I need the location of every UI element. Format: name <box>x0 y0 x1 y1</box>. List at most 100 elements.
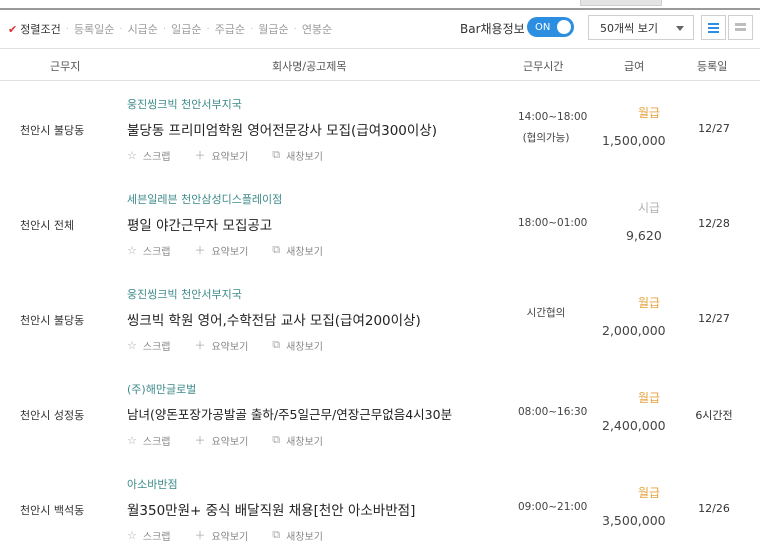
job-company[interactable]: 세븐일레븐 천안삼성디스플레이점 <box>127 191 282 207</box>
job-actions: ☆ 스크랩 ＋ 요약보기 ⧉ 새창보기 <box>127 527 347 543</box>
registered-date: 12/27 <box>698 122 730 135</box>
pay-amount: 2,000,000 <box>602 323 666 338</box>
sort-separator: · <box>293 23 297 35</box>
page-size-select[interactable]: 50개씩 보기 <box>588 15 694 40</box>
sort-separator: · <box>162 23 167 35</box>
sort-option-weekly[interactable]: 주급순 <box>215 21 245 37</box>
summary-button[interactable]: ＋ 요약보기 <box>194 432 248 448</box>
job-title[interactable]: 평일 야간근무자 모집공고 <box>127 214 272 234</box>
pay-amount: 2,400,000 <box>602 418 666 433</box>
sort-option-annual[interactable]: 연봉순 <box>302 21 332 37</box>
summary-button[interactable]: ＋ 요약보기 <box>194 527 248 543</box>
page-size-value: 50개씩 보기 <box>600 21 658 35</box>
summary-button[interactable]: ＋ 요약보기 <box>194 242 248 258</box>
summary-label: 요약보기 <box>211 436 249 448</box>
job-company[interactable]: 웅진씽크빅 천안서부지국 <box>127 286 242 302</box>
external-link-icon: ⧉ <box>272 148 281 161</box>
scrap-button[interactable]: ☆ 스크랩 <box>127 432 170 448</box>
new-window-button[interactable]: ⧉ 새창보기 <box>272 242 323 258</box>
scrap-label: 스크랩 <box>142 151 171 163</box>
job-company[interactable]: (주)해만글로벌 <box>127 381 196 397</box>
scrap-label: 스크랩 <box>142 436 171 448</box>
scrap-button[interactable]: ☆ 스크랩 <box>127 527 170 543</box>
external-link-icon: ⧉ <box>272 338 281 351</box>
scrap-button[interactable]: ☆ 스크랩 <box>127 147 170 163</box>
new-window-button[interactable]: ⧉ 새창보기 <box>272 432 323 448</box>
new-window-button[interactable]: ⧉ 새창보기 <box>272 527 323 543</box>
sort-option-date[interactable]: 등록일순 <box>74 21 114 37</box>
plus-icon: ＋ <box>194 434 206 447</box>
job-title[interactable]: 불당동 프리미엄학원 영어전문강사 모집(급여300이상) <box>127 119 437 139</box>
plus-icon: ＋ <box>194 339 206 352</box>
external-link-icon: ⧉ <box>272 528 281 541</box>
toolbar: ✔ 정렬조건 · 등록일순 · 시급순 · 일급순 · 주급순 · 월급순 · … <box>0 10 760 48</box>
summary-button[interactable]: ＋ 요약보기 <box>194 337 248 353</box>
pay-amount: 3,500,000 <box>602 513 666 528</box>
sort-option-criteria[interactable]: 정렬조건 <box>20 21 60 37</box>
plus-icon: ＋ <box>194 529 206 542</box>
star-icon: ☆ <box>127 433 137 447</box>
header-registered: 등록일 <box>697 60 728 73</box>
top-scroll-stub <box>580 0 662 6</box>
scrap-label: 스크랩 <box>142 531 171 543</box>
summary-label: 요약보기 <box>211 246 249 258</box>
pay-type-badge: 시급 <box>638 201 661 215</box>
job-row: 천안시 전체 세븐일레븐 천안삼성디스플레이점 평일 야간근무자 모집공고 ☆ 스… <box>0 177 760 272</box>
header-company-title: 회사명/공고제목 <box>272 60 347 73</box>
job-actions: ☆ 스크랩 ＋ 요약보기 ⧉ 새창보기 <box>127 242 347 258</box>
job-actions: ☆ 스크랩 ＋ 요약보기 ⧉ 새창보기 <box>127 337 347 353</box>
job-actions: ☆ 스크랩 ＋ 요약보기 ⧉ 새창보기 <box>127 147 347 163</box>
bar-jobs-label: Bar채용정보 <box>460 22 525 36</box>
new-window-button[interactable]: ⧉ 새창보기 <box>272 337 323 353</box>
job-row: 천안시 백석동 아소바반점 월350만원+ 중식 배달직원 채용[천안 아소바반… <box>0 462 760 555</box>
check-icon: ✔ <box>8 22 18 36</box>
external-link-icon: ⧉ <box>272 433 281 446</box>
job-company[interactable]: 아소바반점 <box>127 476 178 492</box>
job-title[interactable]: 남녀(양돈포장가공발골 출하/주5일근무/연장근무없음4시30분 <box>127 404 452 423</box>
summary-label: 요약보기 <box>211 151 249 163</box>
job-hours: 14:00~18:00 <box>518 111 588 123</box>
job-actions: ☆ 스크랩 ＋ 요약보기 ⧉ 새창보기 <box>127 432 347 448</box>
list-view-button[interactable] <box>701 15 726 40</box>
external-link-icon: ⧉ <box>272 243 281 256</box>
toggle-knob <box>557 20 571 34</box>
chevron-down-icon <box>676 26 684 31</box>
job-location: 천안시 불당동 <box>20 124 85 137</box>
new-window-label: 새창보기 <box>286 151 323 163</box>
star-icon: ☆ <box>127 243 137 257</box>
grid-view-button[interactable] <box>728 15 753 40</box>
sort-option-daily[interactable]: 일급순 <box>171 21 201 37</box>
scrap-label: 스크랩 <box>142 246 171 258</box>
job-hours: 시간협의 <box>526 307 566 319</box>
job-title[interactable]: 씽크빅 학원 영어,수학전담 교사 모집(급여200이상) <box>127 309 421 329</box>
sort-option-monthly[interactable]: 월급순 <box>258 21 288 37</box>
pay-type-badge: 월급 <box>638 106 661 120</box>
new-window-label: 새창보기 <box>286 341 323 353</box>
plus-icon: ＋ <box>194 244 206 257</box>
job-location: 천안시 백석동 <box>20 504 85 517</box>
job-company[interactable]: 웅진씽크빅 천안서부지국 <box>127 96 242 112</box>
star-icon: ☆ <box>127 148 137 162</box>
summary-label: 요약보기 <box>211 531 249 543</box>
job-row: 천안시 성정동 (주)해만글로벌 남녀(양돈포장가공발골 출하/주5일근무/연장… <box>0 367 760 462</box>
registered-date: 6시간전 <box>695 409 733 422</box>
scrap-label: 스크랩 <box>142 341 171 353</box>
scrap-button[interactable]: ☆ 스크랩 <box>127 337 170 353</box>
pay-type-badge: 월급 <box>638 391 661 405</box>
plus-icon: ＋ <box>194 149 206 162</box>
registered-date: 12/27 <box>698 312 730 325</box>
job-hours: 09:00~21:00 <box>518 501 588 513</box>
list-view-icon <box>708 23 719 35</box>
job-title[interactable]: 월350만원+ 중식 배달직원 채용[천안 아소바반점] <box>127 499 415 519</box>
new-window-label: 새창보기 <box>286 531 323 543</box>
job-list: 천안시 불당동 웅진씽크빅 천안서부지국 불당동 프리미엄학원 영어전문강사 모… <box>0 82 760 555</box>
job-location: 천안시 전체 <box>20 219 75 232</box>
table-header: 근무지 회사명/공고제목 근무시간 급여 등록일 <box>0 48 760 81</box>
summary-button[interactable]: ＋ 요약보기 <box>194 147 248 163</box>
sort-option-hourly[interactable]: 시급순 <box>128 21 158 37</box>
scrap-button[interactable]: ☆ 스크랩 <box>127 242 170 258</box>
bar-jobs-toggle[interactable]: ON <box>527 17 574 37</box>
sort-separator: · <box>65 23 69 35</box>
new-window-button[interactable]: ⧉ 새창보기 <box>272 147 323 163</box>
pay-type-badge: 월급 <box>638 486 661 500</box>
